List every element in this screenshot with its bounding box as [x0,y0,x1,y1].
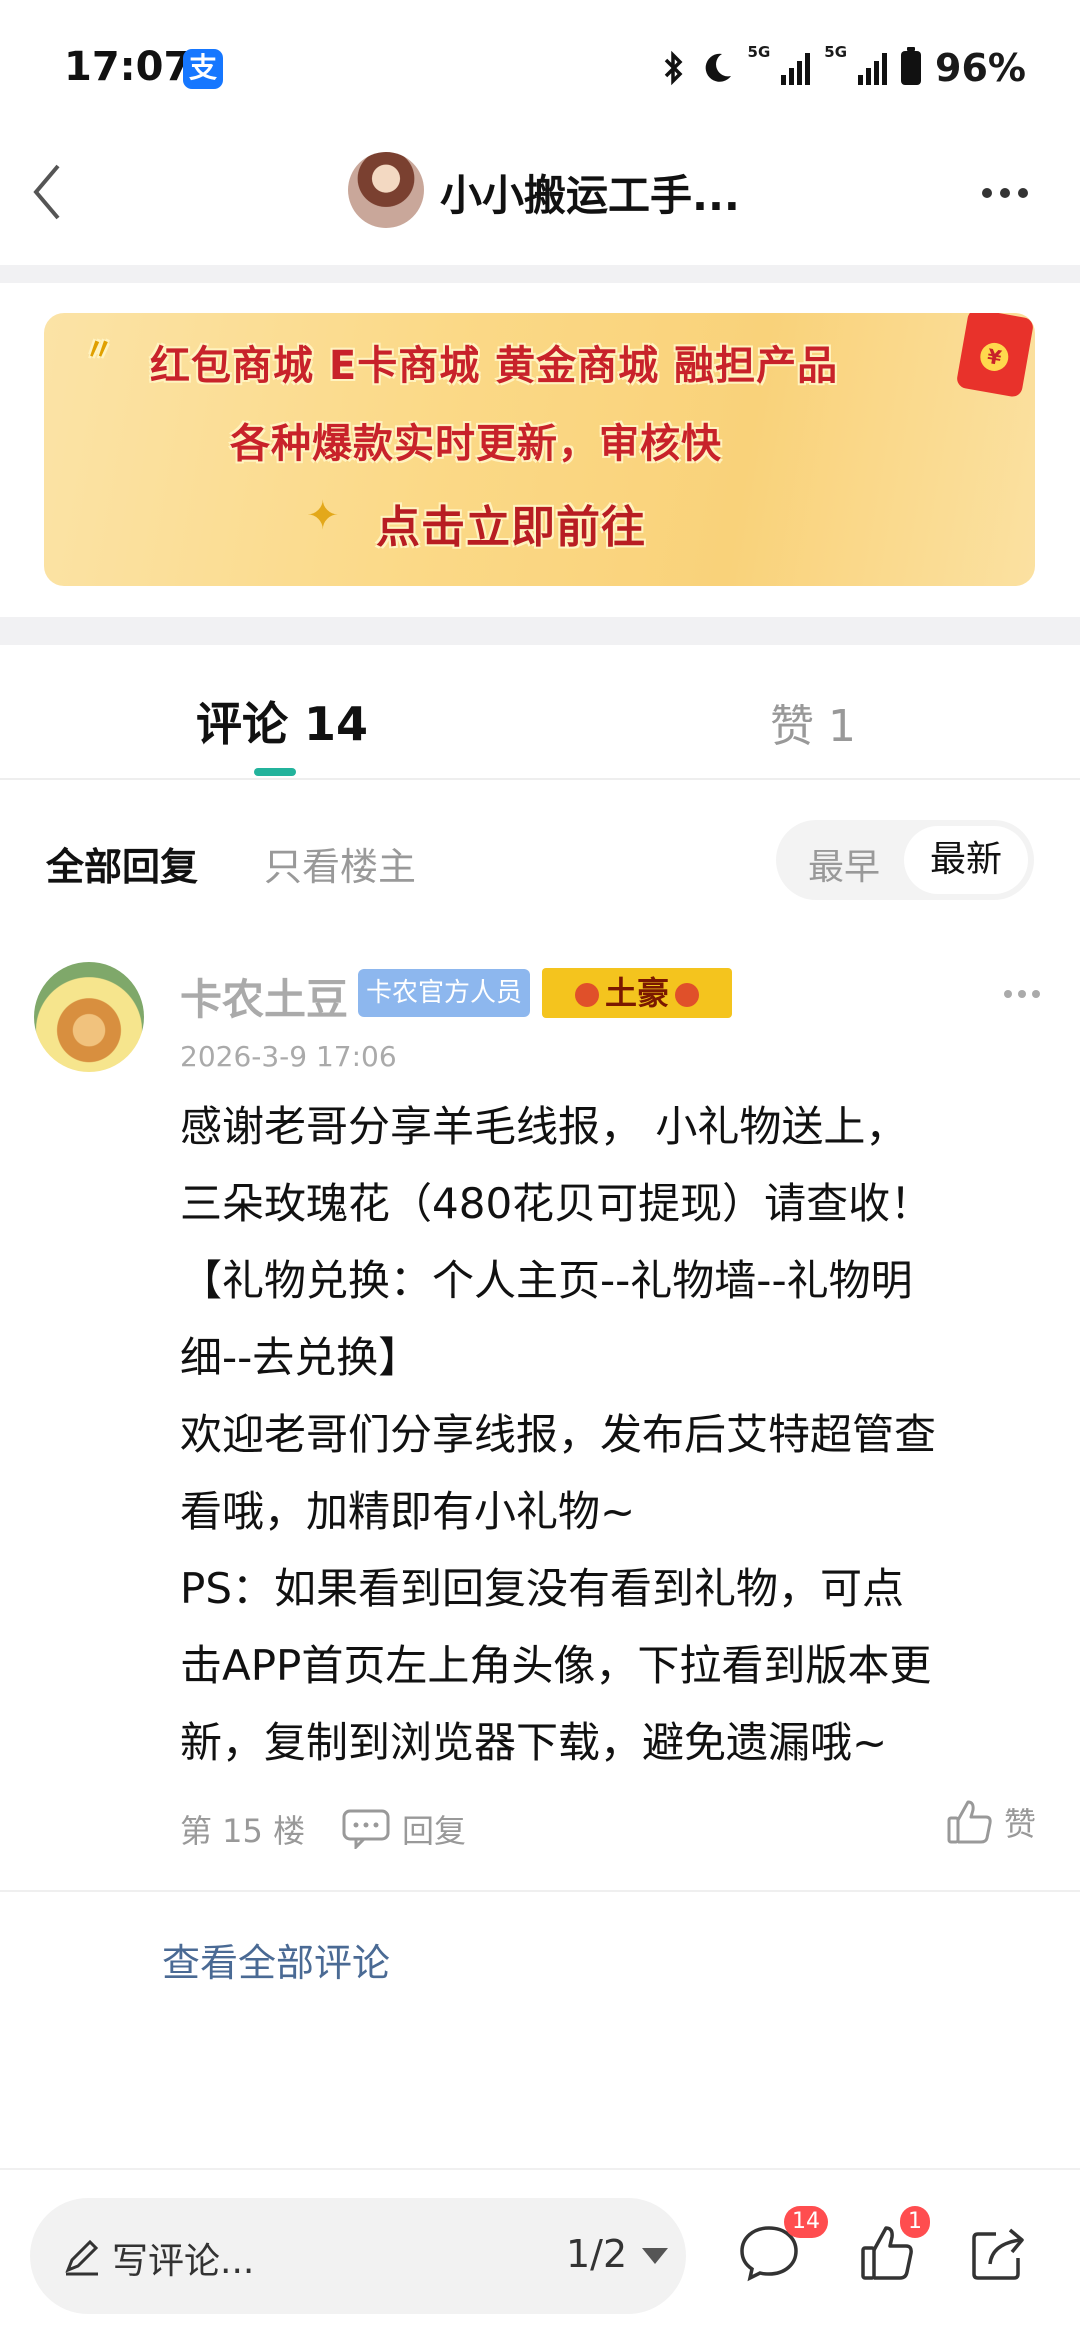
sparkle-icon: ✦ [306,493,340,539]
comment-line: 欢迎老哥们分享线报，发布后艾特超管查 [180,1410,937,1459]
comment-line: 【礼物兑换：个人主页--礼物墙--礼物明 [180,1256,913,1305]
signal-icon [781,51,811,85]
banner-line-2: 各种爆款实时更新，审核快 [230,421,722,467]
floor-number: 第 15 楼 [180,1812,306,1850]
back-chevron-icon[interactable] [28,162,68,222]
comment-count-badge: 14 [784,2206,828,2238]
avatar[interactable] [34,962,144,1072]
tab-active-indicator [254,768,296,776]
alipay-icon: 支 [183,49,223,89]
comment-line: PS：如果看到回复没有看到礼物，可点 [180,1564,904,1613]
battery-percent: 96% [935,46,1026,90]
network-5g-label: 5G [824,42,848,61]
sort-earliest[interactable]: 最早 [808,838,880,890]
red-envelope-icon [955,313,1035,399]
battery-icon [901,47,922,85]
tab-likes[interactable]: 赞 1 [770,690,856,754]
like-button[interactable]: 赞 [946,1798,1036,1846]
reply-icon [342,1809,390,1849]
comment-username[interactable]: 卡农土豆 [180,966,348,1027]
more-dots-icon[interactable] [982,188,1028,198]
bottom-bar-divider [0,2168,1080,2170]
comment-divider [0,1890,1080,1892]
filter-op-only[interactable]: 只看楼主 [264,836,416,891]
share-icon[interactable] [970,2226,1028,2282]
reply-button[interactable]: 回复 [342,1806,466,1852]
status-time: 17:07 [64,44,192,90]
thumbs-up-icon [947,1800,992,1844]
status-icons: 5G 5G 96% [662,42,1026,90]
comment-line: 细--去兑换】 [180,1333,421,1382]
bluetooth-icon [664,50,683,86]
mascot-icon [675,983,699,1007]
comment-line: 新，复制到浏览器下载，避免遗漏哦~ [180,1718,888,1767]
comment-timestamp: 2026-3-9 17:06 [180,1040,397,1073]
promo-banner[interactable]: 〃 红包商城 E卡商城 黄金商城 融担产品 各种爆款实时更新，审核快 ✦ 点击立… [44,313,1035,586]
comment-line: 看哦，加精即有小礼物~ [180,1487,636,1536]
page-title: 小小搬运工手... [440,171,740,220]
banner-line-1: 红包商城 E卡商城 黄金商城 融担产品 [150,343,839,389]
caret-down-icon[interactable] [642,2248,668,2264]
sort-latest[interactable]: 最新 [904,826,1028,894]
mascot-icon [574,983,599,1007]
rank-label: 土豪 [604,974,669,1012]
sparkle-icon: 〃 [84,333,115,368]
comment-line: 三朵玫瑰花（480花贝可提现）请查收！ [180,1179,933,1228]
banner-cta: 点击立即前往 [376,502,646,553]
tabs-divider [0,778,1080,780]
tab-comments[interactable]: 评论 14 [196,688,368,754]
view-all-comments-link[interactable]: 查看全部评论 [162,1932,390,1987]
filter-all-replies[interactable]: 全部回复 [46,836,198,891]
section-divider [0,617,1080,645]
official-staff-badge: 卡农官方人员 [358,969,530,1017]
moon-icon [705,53,731,82]
like-label: 赞 [1004,1805,1037,1843]
page-indicator[interactable]: 1/2 [566,2232,627,2276]
author-avatar[interactable] [348,152,424,228]
like-count-badge: 1 [900,2206,930,2238]
section-divider [0,265,1080,283]
comment-line: 感谢老哥分享羊毛线报， 小礼物送上， [180,1102,908,1151]
comment-more-icon[interactable] [1004,990,1040,998]
comment-body: 感谢老哥分享羊毛线报， 小礼物送上， 三朵玫瑰花（480花贝可提现）请查收！ 【… [180,1088,1050,1781]
network-5g-label: 5G [747,42,771,61]
write-comment-placeholder: 写评论... [112,2241,255,2282]
reply-label: 回复 [402,1812,467,1850]
rank-badge: 土豪 [542,968,732,1018]
pen-icon [65,2239,99,2276]
comment-line: 击APP首页左上角头像，下拉看到版本更 [180,1641,932,1690]
signal-icon [858,51,888,85]
